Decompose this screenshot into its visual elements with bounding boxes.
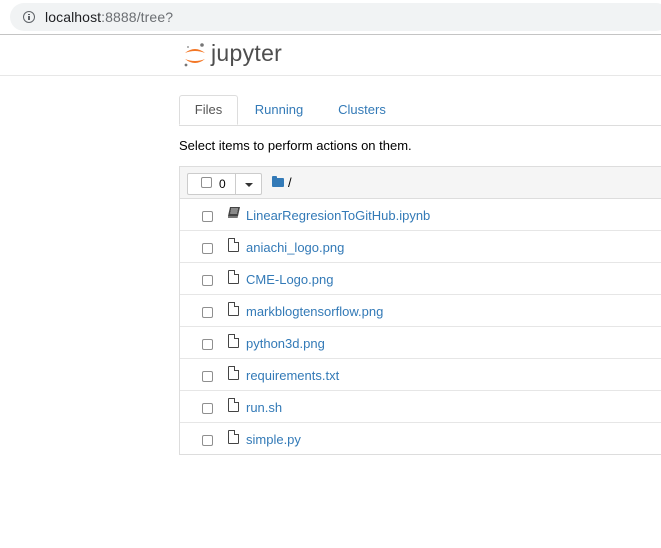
file-name[interactable]: aniachi_logo.png: [246, 240, 344, 255]
item-checkbox[interactable]: [202, 307, 213, 318]
file-icon: [228, 366, 239, 380]
list-item[interactable]: markblogtensorflow.png: [180, 295, 661, 327]
select-all-checkbox[interactable]: [201, 177, 212, 188]
list-item[interactable]: python3d.png: [180, 327, 661, 359]
info-icon[interactable]: [23, 11, 35, 23]
file-list: 0 / LinearRegresionToGitHub.ipynb aniach…: [179, 166, 661, 455]
item-checkbox[interactable]: [202, 275, 213, 286]
file-name[interactable]: python3d.png: [246, 336, 325, 351]
file-icon: [228, 398, 239, 412]
jupyter-brand-text[interactable]: jupyter: [211, 39, 282, 67]
tab-running[interactable]: Running: [244, 95, 314, 125]
select-all-dropdown[interactable]: 0: [187, 173, 262, 195]
item-checkbox[interactable]: [202, 211, 213, 222]
url-host: localhost: [45, 9, 102, 25]
instructions-text: Select items to perform actions on them.: [179, 138, 412, 153]
dropdown-divider: [235, 174, 236, 194]
item-checkbox[interactable]: [202, 403, 213, 414]
file-list-header: 0 /: [180, 167, 661, 199]
tab-files[interactable]: Files: [179, 95, 238, 125]
file-name[interactable]: markblogtensorflow.png: [246, 304, 383, 319]
file-icon: [228, 334, 239, 348]
url-text[interactable]: localhost:8888/tree?: [45, 9, 173, 25]
list-item[interactable]: run.sh: [180, 391, 661, 423]
list-item[interactable]: CME-Logo.png: [180, 263, 661, 295]
file-icon: [228, 270, 239, 284]
tab-bar: Files Running Clusters: [179, 95, 661, 126]
list-item[interactable]: simple.py: [180, 423, 661, 455]
selected-count: 0: [219, 177, 226, 191]
file-name[interactable]: simple.py: [246, 432, 301, 447]
jupyter-header: jupyter: [0, 35, 661, 76]
file-name[interactable]: LinearRegresionToGitHub.ipynb: [246, 208, 430, 223]
browser-address-bar: localhost:8888/tree?: [0, 0, 661, 35]
file-name[interactable]: CME-Logo.png: [246, 272, 333, 287]
list-item[interactable]: LinearRegresionToGitHub.ipynb: [180, 199, 661, 231]
address-field[interactable]: localhost:8888/tree?: [10, 3, 661, 31]
item-checkbox[interactable]: [202, 243, 213, 254]
file-name[interactable]: run.sh: [246, 400, 282, 415]
folder-icon[interactable]: [272, 176, 284, 187]
item-checkbox[interactable]: [202, 339, 213, 350]
item-checkbox[interactable]: [202, 435, 213, 446]
current-path[interactable]: /: [288, 175, 292, 190]
tab-clusters[interactable]: Clusters: [325, 95, 399, 125]
caret-down-icon[interactable]: [245, 183, 253, 187]
jupyter-logo-icon[interactable]: [182, 41, 208, 71]
list-item[interactable]: aniachi_logo.png: [180, 231, 661, 263]
file-icon: [228, 302, 239, 316]
url-path: :8888/tree?: [101, 9, 174, 25]
list-item[interactable]: requirements.txt: [180, 359, 661, 391]
file-name[interactable]: requirements.txt: [246, 368, 339, 383]
item-checkbox[interactable]: [202, 371, 213, 382]
notebook-icon: [228, 207, 240, 218]
file-icon: [228, 238, 239, 252]
file-icon: [228, 430, 239, 444]
